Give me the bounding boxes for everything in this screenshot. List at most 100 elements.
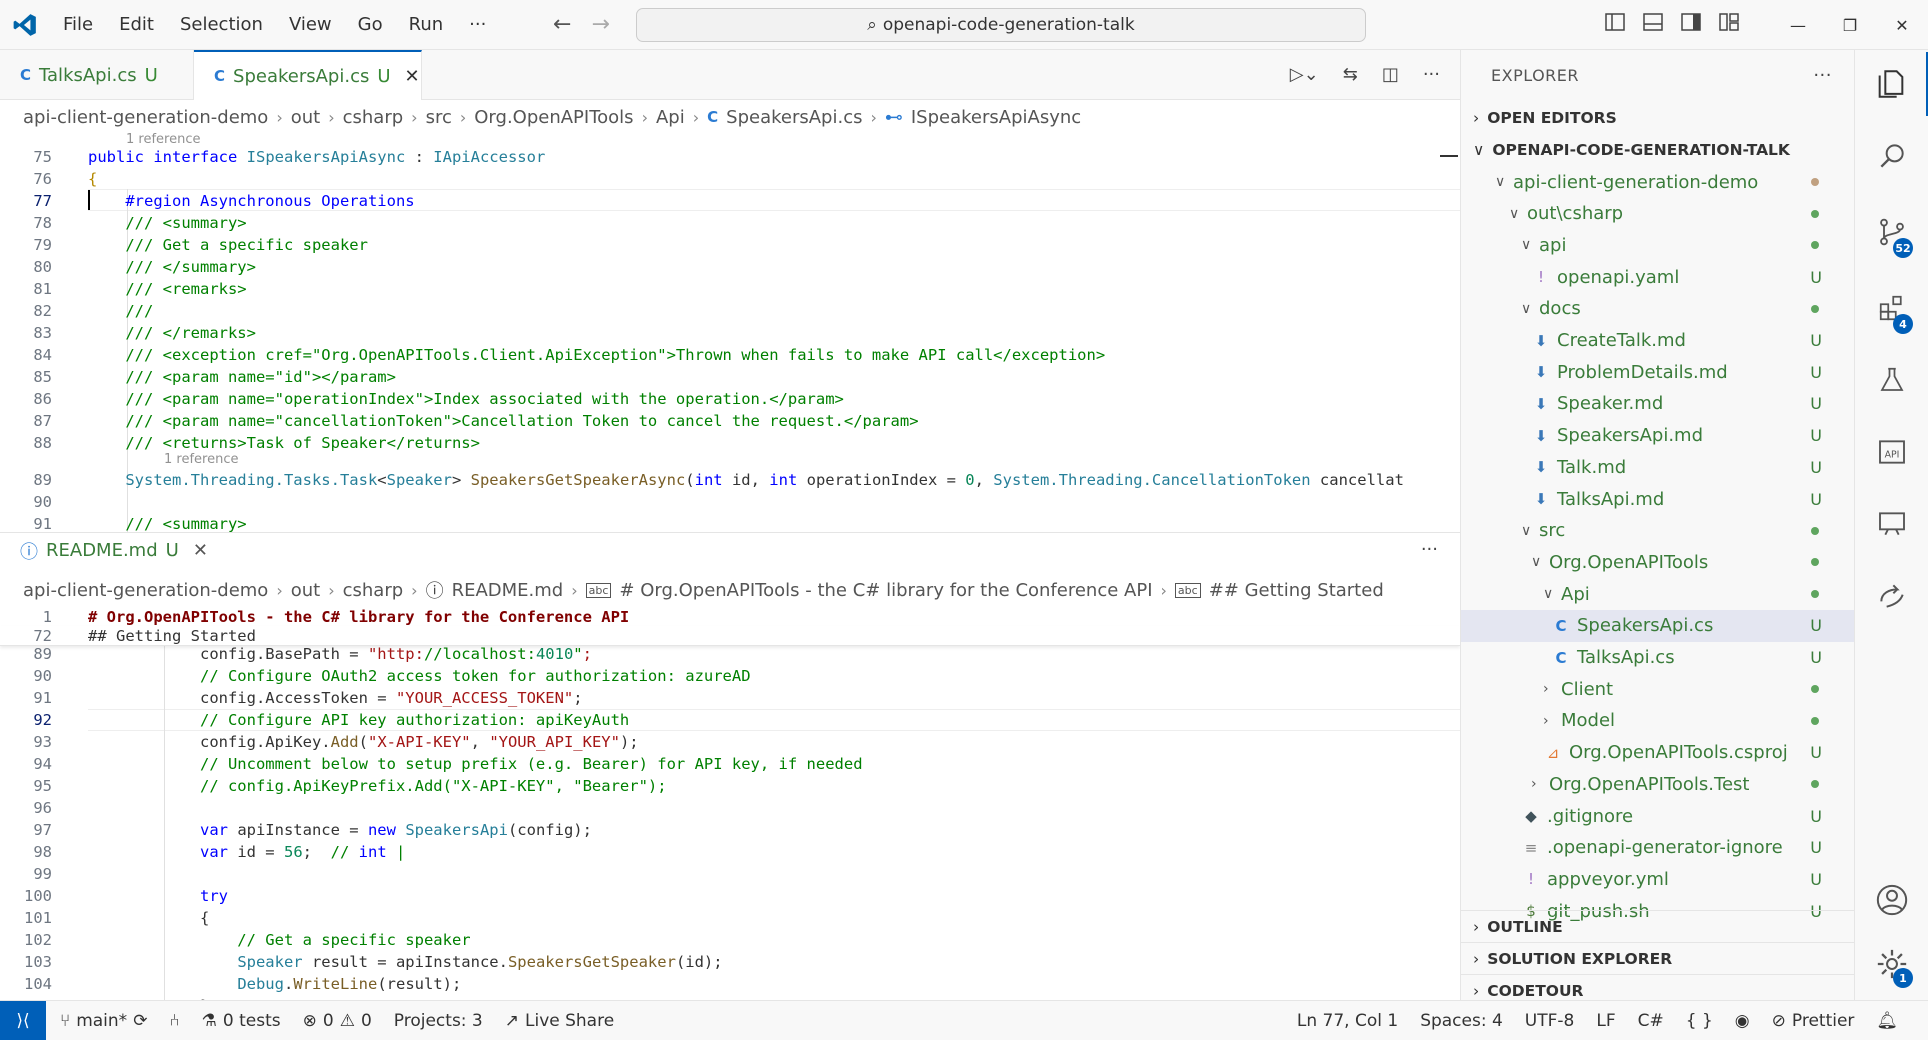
cursor-position[interactable]: Ln 77, Col 1 <box>1297 1011 1398 1031</box>
tree-item[interactable]: ∨ Api <box>1461 578 1855 610</box>
run-debug-icon[interactable]: ▷⌄ <box>1290 64 1319 85</box>
braces-icon[interactable]: { } <box>1686 1011 1713 1031</box>
tree-item[interactable]: › Client <box>1461 673 1855 705</box>
breadcrumb-item[interactable]: api-client-generation-demo <box>23 107 268 128</box>
notifications-bell-icon[interactable]: 🔔︎ <box>1876 1011 1898 1031</box>
sticky-scroll-line[interactable]: 1 # Org.OpenAPITools - the C# library for… <box>0 606 1460 628</box>
chevron-down-icon[interactable]: ∨ <box>1521 301 1539 317</box>
tree-item[interactable]: ∨ Org.OpenAPITools <box>1461 546 1855 578</box>
chevron-down-icon[interactable]: ∨ <box>1521 237 1539 253</box>
breadcrumb-item[interactable]: out <box>291 580 320 601</box>
remote-explorer-icon[interactable] <box>1855 492 1928 556</box>
toggle-secondary-sidebar-icon[interactable] <box>1681 12 1701 37</box>
tab-speakersapi[interactable]: C SpeakersApi.cs U ✕ <box>194 50 422 100</box>
tree-item[interactable]: ∨ out\csharp <box>1461 198 1855 230</box>
branch-status[interactable]: ⑂ main* ⟳ <box>60 1011 147 1031</box>
split-editor-icon[interactable]: ◫ <box>1382 64 1399 85</box>
codelens-reference[interactable]: 1 reference <box>126 133 200 147</box>
menu-go[interactable]: Go <box>345 0 396 50</box>
tree-item[interactable]: C SpeakersApi.cs U <box>1461 609 1855 642</box>
breadcrumb-item[interactable]: api-client-generation-demo <box>23 580 268 601</box>
tree-item[interactable]: ⊿ Org.OpenAPITools.csproj U <box>1461 737 1855 769</box>
breadcrumb-item[interactable]: csharp <box>343 107 404 128</box>
close-tab-icon[interactable]: ✕ <box>193 540 208 561</box>
tree-item[interactable]: ⬇ Talk.md U <box>1461 451 1855 483</box>
tree-item[interactable]: ⬇ Speaker.md U <box>1461 388 1855 420</box>
back-arrow-icon[interactable]: ← <box>553 12 571 37</box>
codelens-reference[interactable]: 1 reference <box>164 453 238 467</box>
tree-item[interactable]: C TalksApi.cs U <box>1461 642 1855 674</box>
explorer-more-icon[interactable]: ··· <box>1813 65 1832 86</box>
breadcrumb-item[interactable]: src <box>426 107 452 128</box>
indentation-status[interactable]: Spaces: 4 <box>1420 1011 1503 1031</box>
sticky-scroll-line[interactable]: 72 ## Getting Started <box>0 626 1460 646</box>
testing-flask-icon[interactable] <box>1855 348 1928 412</box>
live-share-status[interactable]: ↗ Live Share <box>505 1011 614 1031</box>
chevron-right-icon[interactable]: › <box>1543 681 1561 697</box>
encoding-status[interactable]: UTF-8 <box>1525 1011 1575 1031</box>
tree-item[interactable]: ∨ src <box>1461 515 1855 547</box>
breadcrumb-item[interactable]: SpeakersApi.cs <box>726 107 862 128</box>
menu-view[interactable]: View <box>276 0 345 50</box>
tree-item[interactable]: ⬇ SpeakersApi.md U <box>1461 420 1855 452</box>
chevron-down-icon[interactable]: ∨ <box>1531 554 1549 570</box>
tree-item[interactable]: ! openapi.yaml U <box>1461 261 1855 293</box>
code-editor-readme[interactable]: 1 # Org.OpenAPITools - the C# library for… <box>0 606 1460 1000</box>
live-share-icon[interactable] <box>1855 564 1928 628</box>
copilot-icon[interactable]: ◉ <box>1735 1011 1750 1031</box>
maximize-button[interactable]: ❐ <box>1824 0 1876 50</box>
section-solution-explorer[interactable]: › SOLUTION EXPLORER <box>1461 942 1855 974</box>
section-workspace-root[interactable]: ∨ OPENAPI-CODE-GENERATION-TALK <box>1461 134 1855 166</box>
tree-item[interactable]: ! appveyor.yml U <box>1461 863 1855 895</box>
chevron-down-icon[interactable]: ∨ <box>1543 586 1561 602</box>
breadcrumb-item[interactable]: out <box>291 107 320 128</box>
breadcrumb-item[interactable]: # Org.OpenAPITools - the C# library for … <box>619 580 1152 601</box>
menu-file[interactable]: File <box>50 0 106 50</box>
git-graph-icon[interactable]: ⑃ <box>169 1011 179 1031</box>
tree-item[interactable]: ∨ api <box>1461 229 1855 261</box>
tab-talksapi[interactable]: C TalksApi.cs U <box>0 50 194 100</box>
tab-readme[interactable]: ⓘ README.md U ✕ <box>0 538 208 564</box>
chevron-right-icon[interactable]: › <box>1543 713 1561 729</box>
extensions-icon[interactable]: 4 <box>1855 276 1928 340</box>
tree-item[interactable]: › Org.OpenAPITools.Test <box>1461 768 1855 800</box>
tests-status[interactable]: ⚗ 0 tests <box>202 1011 281 1031</box>
menu-edit[interactable]: Edit <box>106 0 167 50</box>
code-editor-speakersapi[interactable]: 1 reference 1 reference 75 public interfa… <box>0 133 1460 532</box>
close-window-button[interactable]: ✕ <box>1876 0 1928 50</box>
breadcrumb-item[interactable]: csharp <box>343 580 404 601</box>
eol-status[interactable]: LF <box>1596 1011 1615 1031</box>
breadcrumb-item[interactable]: Org.OpenAPITools <box>474 107 633 128</box>
forward-arrow-icon[interactable]: → <box>591 12 609 37</box>
tree-item[interactable]: ◆ .gitignore U <box>1461 800 1855 832</box>
tree-item[interactable]: ⬇ CreateTalk.md U <box>1461 325 1855 357</box>
api-icon[interactable]: API <box>1855 420 1928 484</box>
customize-layout-icon[interactable] <box>1719 12 1739 37</box>
tree-item[interactable]: ⬇ TalksApi.md U <box>1461 483 1855 515</box>
language-mode[interactable]: C# <box>1638 1011 1664 1031</box>
chevron-down-icon[interactable]: ∨ <box>1495 174 1513 190</box>
section-open-editors[interactable]: › OPEN EDITORS <box>1461 102 1855 134</box>
breadcrumb-item[interactable]: Api <box>656 107 685 128</box>
breadcrumb-item[interactable]: ISpeakersApiAsync <box>911 107 1081 128</box>
tree-item[interactable]: ∨ api-client-generation-demo <box>1461 166 1855 198</box>
menu-more[interactable]: ··· <box>456 0 499 50</box>
tree-item[interactable]: › Model <box>1461 705 1855 737</box>
close-tab-icon[interactable]: ✕ <box>405 66 420 87</box>
compare-changes-icon[interactable]: ⇆ <box>1343 64 1358 85</box>
tree-item[interactable]: ≡ .openapi-generator-ignore U <box>1461 832 1855 864</box>
menu-selection[interactable]: Selection <box>167 0 276 50</box>
manage-gear-icon[interactable]: 1 <box>1855 932 1928 996</box>
breadcrumb-item[interactable]: README.md <box>452 580 564 601</box>
more-actions-icon[interactable]: ··· <box>1421 539 1438 560</box>
explorer-icon[interactable] <box>1855 52 1928 116</box>
search-icon[interactable] <box>1855 124 1928 188</box>
minimize-button[interactable]: — <box>1772 0 1824 50</box>
command-center-search[interactable]: ⌕ openapi-code-generation-talk <box>636 8 1366 42</box>
menu-run[interactable]: Run <box>396 0 457 50</box>
prettier-status[interactable]: ⊘ Prettier <box>1772 1011 1855 1031</box>
chevron-down-icon[interactable]: ∨ <box>1521 523 1539 539</box>
chevron-right-icon[interactable]: › <box>1531 776 1549 792</box>
projects-status[interactable]: Projects: 3 <box>394 1011 483 1031</box>
accounts-icon[interactable] <box>1855 868 1928 932</box>
